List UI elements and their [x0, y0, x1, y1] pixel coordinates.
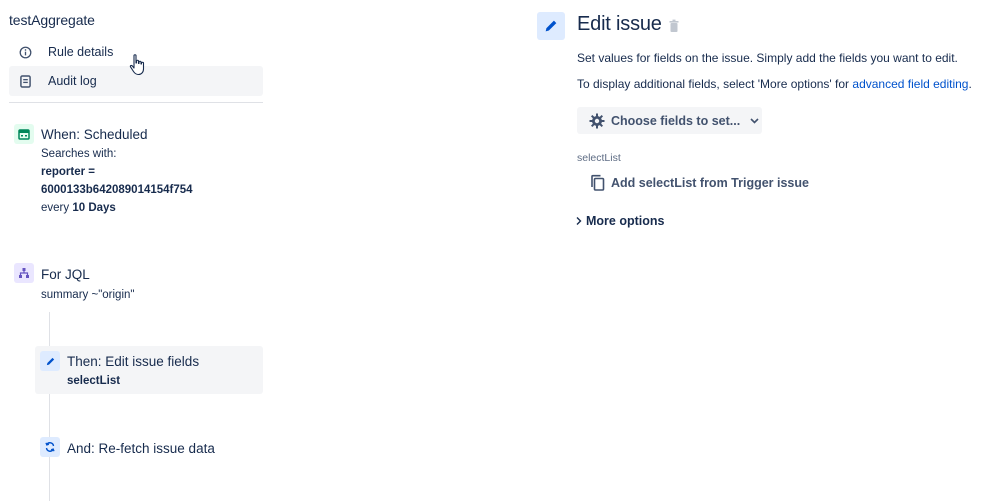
more-options-label: More options	[586, 214, 665, 228]
branch-connector-line	[49, 312, 50, 501]
field-label-selectlist: selectList	[577, 152, 621, 164]
chevron-down-icon	[749, 116, 759, 126]
edit-issue-title: Edit issue	[577, 13, 662, 35]
nav-audit-log-label: Audit log	[48, 74, 97, 88]
refetch-title: And: Re-fetch issue data	[67, 441, 215, 456]
trigger-schedule: every 10 Days	[41, 202, 116, 214]
advanced-hint-text: To display additional fields, select 'Mo…	[577, 77, 853, 91]
choose-fields-button[interactable]: Choose fields to set...	[577, 107, 762, 134]
trigger-searches-label: Searches with:	[41, 148, 117, 160]
more-options-toggle[interactable]: More options	[575, 214, 664, 228]
add-field-from-trigger-button[interactable]: Add selectList from Trigger issue	[590, 174, 809, 192]
trigger-schedule-value: 10 Days	[72, 202, 116, 214]
edit-issue-description: Set values for fields on the issue. Simp…	[577, 51, 958, 65]
calendar-icon	[14, 124, 34, 144]
trigger-title: When: Scheduled	[41, 127, 148, 142]
chevron-right-icon	[576, 217, 582, 225]
trigger-schedule-prefix: every	[41, 202, 73, 214]
trigger-jql-field: reporter =	[41, 166, 96, 178]
refresh-icon	[40, 437, 60, 457]
advanced-field-editing-link[interactable]: advanced field editing	[852, 77, 968, 91]
hierarchy-icon	[14, 263, 34, 283]
rule-sidebar: testAggregate Rule details Audit log Whe…	[0, 0, 272, 501]
edit-issue-advanced-hint: To display additional fields, select 'Mo…	[577, 77, 972, 91]
sidebar-divider	[9, 102, 263, 103]
trigger-jql-value: 6000133b642089014154f754	[41, 184, 193, 196]
info-icon	[17, 44, 33, 60]
document-icon	[17, 73, 33, 89]
add-field-label: Add selectList from Trigger issue	[611, 176, 809, 190]
copy-icon	[591, 174, 605, 191]
advanced-hint-period: .	[968, 77, 972, 91]
nav-rule-details-label: Rule details	[48, 45, 114, 59]
choose-fields-label: Choose fields to set...	[611, 113, 741, 128]
branch-title: For JQL	[41, 267, 90, 282]
trash-icon[interactable]	[668, 19, 680, 33]
pencil-icon	[40, 351, 60, 371]
edit-issue-pencil-icon	[537, 12, 565, 40]
hand-cursor-icon	[129, 54, 145, 76]
edit-step-title: Then: Edit issue fields	[67, 354, 200, 369]
edit-step-field: selectList	[67, 375, 121, 387]
rule-title: testAggregate	[9, 12, 95, 28]
branch-jql: summary ~"origin"	[41, 289, 135, 301]
gear-icon	[588, 112, 605, 129]
